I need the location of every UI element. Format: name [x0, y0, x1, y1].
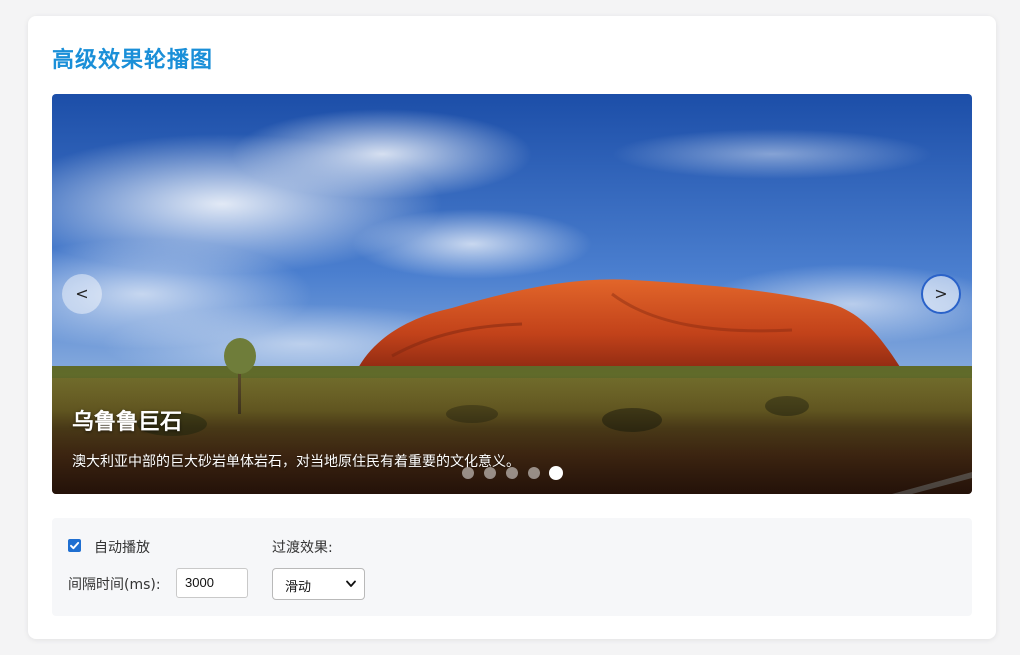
autoplay-checkbox[interactable]	[68, 539, 81, 552]
slide-indicators	[462, 466, 582, 480]
transition-select[interactable]: 滑动	[272, 568, 365, 600]
interval-label: 间隔时间(ms):	[68, 577, 161, 593]
interval-input[interactable]: 3000	[176, 568, 248, 598]
transition-label: 过渡效果:	[272, 540, 333, 556]
autoplay-label: 自动播放	[94, 540, 150, 556]
page-title: 高级效果轮播图	[52, 48, 214, 73]
chevron-down-icon	[346, 580, 356, 587]
slide-title: 乌鲁鲁巨石	[72, 410, 183, 435]
slide-indicator-1[interactable]	[462, 467, 474, 479]
slide-description: 澳大利亚中部的巨大砂岩单体岩石，对当地原住民有着重要的文化意义。	[72, 454, 520, 470]
slide-indicator-3[interactable]	[506, 467, 518, 479]
carousel-settings-panel: 自动播放 过渡效果: 间隔时间(ms): 3000 滑动	[52, 518, 972, 616]
prev-slide-button[interactable]: <	[62, 274, 102, 314]
carousel: 乌鲁鲁巨石 澳大利亚中部的巨大砂岩单体岩石，对当地原住民有着重要的文化意义。 <…	[52, 94, 972, 494]
carousel-card: 高级效果轮播图 乌鲁鲁巨石 澳大利亚中部的巨大砂岩单体岩石，对当地原住民有着重要…	[28, 16, 996, 639]
slide-indicator-5[interactable]	[549, 466, 563, 480]
checkmark-icon	[70, 541, 80, 550]
slide-indicator-4[interactable]	[528, 467, 540, 479]
next-slide-button[interactable]: >	[921, 274, 961, 314]
slide-indicator-2[interactable]	[484, 467, 496, 479]
transition-select-value: 滑动	[285, 580, 312, 595]
